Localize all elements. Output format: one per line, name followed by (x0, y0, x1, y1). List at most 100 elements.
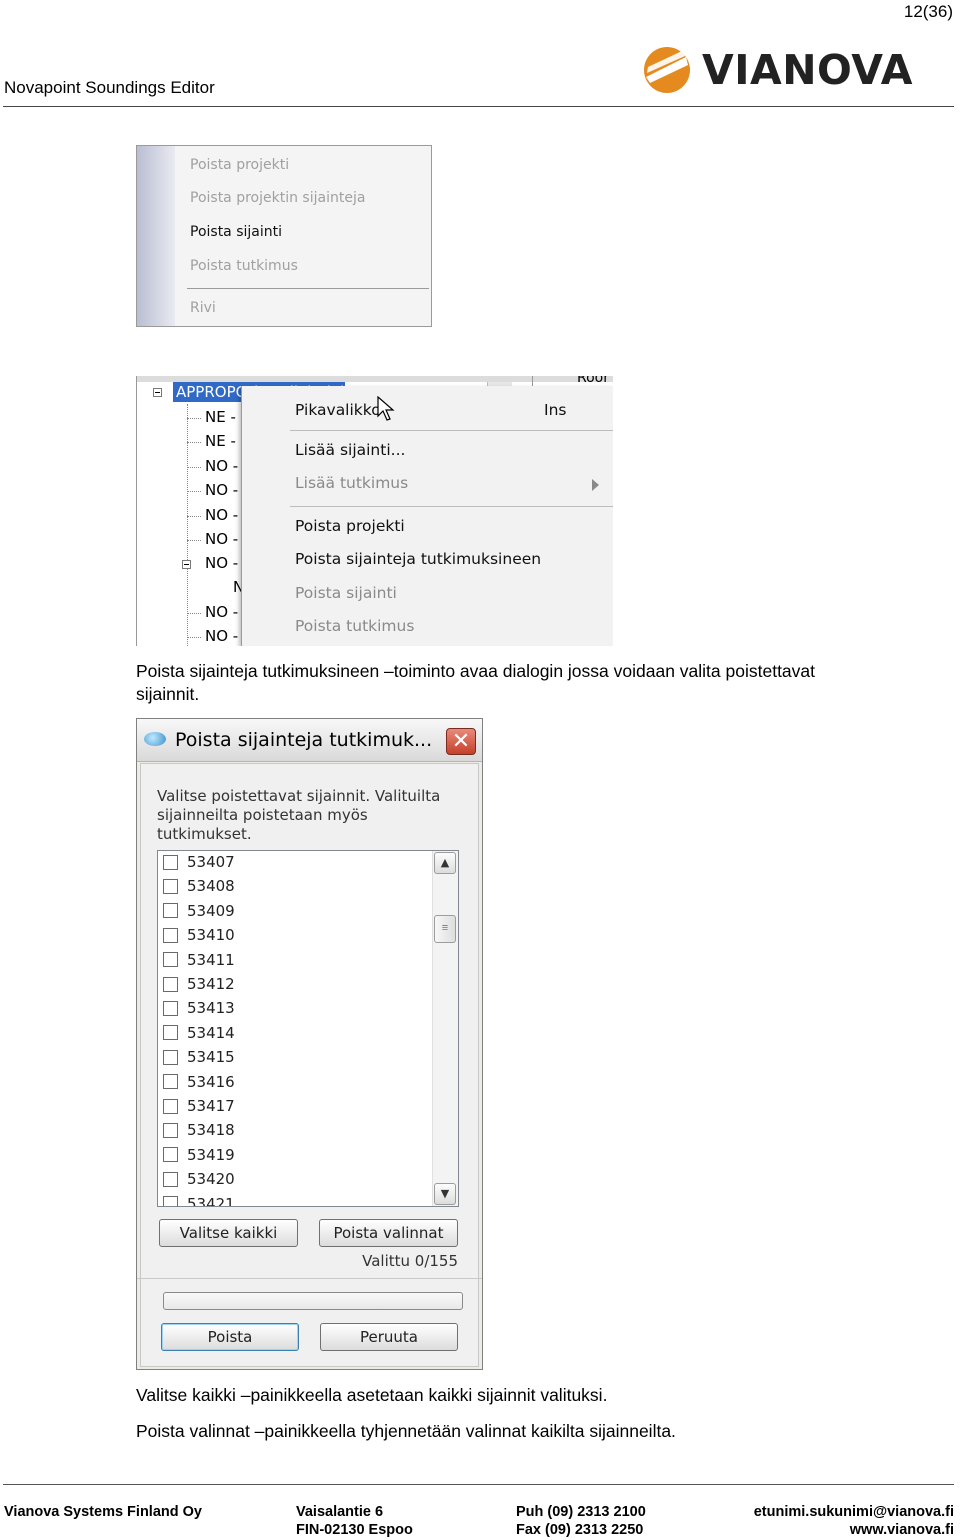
location-checkbox[interactable] (163, 1122, 178, 1138)
delete-locations-dialog: Poista sijainteja tutkimuk... ✕ Valitse … (136, 718, 483, 1370)
tree-node[interactable]: NO - (205, 603, 238, 621)
location-checkbox[interactable] (163, 1049, 178, 1065)
logo-text: VIANOVA (702, 45, 913, 94)
location-label: 53415 (187, 1048, 235, 1067)
cancel-button[interactable]: Peruuta (320, 1323, 458, 1351)
location-list-item[interactable]: 53420 (163, 1168, 235, 1190)
scroll-thumb[interactable]: ≡ (434, 915, 456, 943)
tree-column-label: Roor (577, 376, 609, 386)
location-list-item[interactable]: 53419 (163, 1144, 235, 1166)
menu-item-delete-location[interactable]: Poista sijainti (190, 224, 282, 240)
location-checkbox[interactable] (163, 1098, 178, 1114)
fax-number: Fax (09) 2313 2250 (516, 1521, 644, 1538)
vianova-logo: VIANOVA (642, 44, 952, 96)
email-link[interactable]: etunimi.sukunimi@vianova.fi (754, 1504, 954, 1522)
tree-node[interactable]: NE - (205, 408, 236, 426)
location-label: 53413 (187, 999, 235, 1018)
tree-node[interactable]: NO - (205, 627, 238, 645)
menu-item-add-investigation[interactable]: Lisää tutkimus (295, 474, 408, 492)
clear-selection-description: Poista valinnat –painikkeella tyhjennetä… (136, 1421, 676, 1441)
location-checkbox[interactable] (163, 878, 178, 894)
footer-divider (3, 1484, 954, 1485)
location-checkbox[interactable] (163, 1196, 178, 1206)
location-label: 53420 (187, 1170, 235, 1189)
location-checkbox[interactable] (163, 1074, 178, 1090)
clear-selection-button[interactable]: Poista valinnat (319, 1219, 458, 1247)
location-checkbox[interactable] (163, 976, 178, 992)
select-all-button[interactable]: Valitse kaikki (159, 1219, 298, 1247)
website-link[interactable]: www.vianova.fi (754, 1522, 954, 1540)
location-checkbox[interactable] (163, 854, 178, 870)
tree-node[interactable]: NO - (205, 481, 238, 499)
select-all-description: Valitse kaikki –painikkeella asetetaan k… (136, 1385, 608, 1405)
menu-item-delete-project[interactable]: Poista projekti (295, 517, 405, 535)
location-checkbox[interactable] (163, 1025, 178, 1041)
document-title: Novapoint Soundings Editor (4, 78, 215, 97)
location-list-item[interactable]: 53413 (163, 997, 235, 1019)
scroll-up-icon[interactable]: ▲ (434, 852, 456, 874)
locations-list[interactable]: 53407 53408 53409 53410 53411 53412 53413 53414… (157, 850, 459, 1207)
tree-node[interactable]: NO - (205, 457, 238, 475)
menu-icon-strip (137, 146, 175, 326)
menu-separator (187, 288, 429, 289)
location-label: 53418 (187, 1121, 235, 1140)
footer-phone: Puh (09) 2313 2100 Fax (09) 2313 2250 (516, 1504, 646, 1539)
menu-item-delete-location[interactable]: Poista sijainti (295, 584, 397, 602)
location-list-item[interactable]: 53417 (163, 1095, 235, 1117)
menu-item-delete-project-locations[interactable]: Poista projektin sijainteja (190, 190, 365, 206)
progress-bar (163, 1292, 463, 1310)
location-list-item[interactable]: 53409 (163, 900, 235, 922)
menu-item-add-location[interactable]: Lisää sijainti... (295, 441, 405, 459)
mouse-cursor-icon (377, 396, 395, 421)
location-list-item[interactable]: 53412 (163, 973, 235, 995)
tree-connector (187, 404, 188, 646)
dialog-titlebar: Poista sijainteja tutkimuk... ✕ (137, 719, 482, 762)
intro-paragraph: Poista sijainteja tutkimuksineen –toimin… (136, 660, 946, 706)
menu-item-delete-project[interactable]: Poista projekti (190, 157, 289, 173)
close-icon[interactable]: ✕ (446, 728, 476, 755)
scroll-down-icon[interactable]: ▼ (434, 1183, 456, 1205)
location-list-item[interactable]: 53421 (163, 1193, 235, 1207)
location-list-item[interactable]: 53416 (163, 1071, 235, 1093)
location-checkbox[interactable] (163, 1147, 178, 1163)
menu-item-delete-investigation[interactable]: Poista tutkimus (295, 617, 414, 635)
location-list-item[interactable]: 53408 (163, 875, 235, 897)
location-label: 53416 (187, 1072, 235, 1091)
intro-line-2: sijainnit. (136, 684, 200, 704)
location-checkbox[interactable] (163, 1000, 178, 1016)
location-list-item[interactable]: 53407 (163, 851, 235, 873)
location-list-item[interactable]: 53410 (163, 924, 235, 946)
location-label: 53414 (187, 1023, 235, 1042)
tree-node[interactable]: NO - (205, 506, 238, 524)
location-checkbox[interactable] (163, 1171, 178, 1187)
shortcut-label: Ins (544, 401, 567, 419)
location-label: 53410 (187, 926, 235, 945)
tree-context-menu: Pikavalikko Ins Lisää sijainti... Lisää … (241, 386, 613, 646)
menu-item-delete-locations-with-investigations[interactable]: Poista sijainteja tutkimuksineen (295, 550, 541, 568)
location-checkbox[interactable] (163, 903, 178, 919)
tree-node[interactable]: NO - (205, 554, 238, 572)
location-label: 53419 (187, 1145, 235, 1164)
location-list-item[interactable]: 53411 (163, 949, 235, 971)
company-name: Vianova Systems Finland Oy (4, 1504, 202, 1520)
location-label: 53408 (187, 877, 235, 896)
menu-item-delete-investigation[interactable]: Poista tutkimus (190, 258, 298, 274)
menu-item-quick-menu[interactable]: Pikavalikko (295, 401, 381, 419)
tree-node[interactable]: NE - (205, 432, 236, 450)
location-label: 53421 (187, 1194, 235, 1207)
submenu-arrow-icon (592, 479, 599, 491)
location-checkbox[interactable] (163, 952, 178, 968)
location-list-item[interactable]: 53415 (163, 1046, 235, 1068)
dialog-divider (137, 1278, 482, 1279)
delete-button[interactable]: Poista (161, 1323, 299, 1351)
list-scrollbar[interactable]: ▲ ≡ ▼ (432, 851, 458, 1206)
location-checkbox[interactable] (163, 927, 178, 943)
menu-item-row[interactable]: Rivi (190, 300, 216, 316)
location-list-item[interactable]: 53414 (163, 1022, 235, 1044)
collapse-icon[interactable] (153, 388, 162, 397)
collapse-icon[interactable] (182, 560, 191, 569)
menu-separator (290, 506, 613, 507)
location-list-item[interactable]: 53418 (163, 1119, 235, 1141)
tree-node[interactable]: NO - (205, 530, 238, 548)
location-label: 53412 (187, 975, 235, 993)
